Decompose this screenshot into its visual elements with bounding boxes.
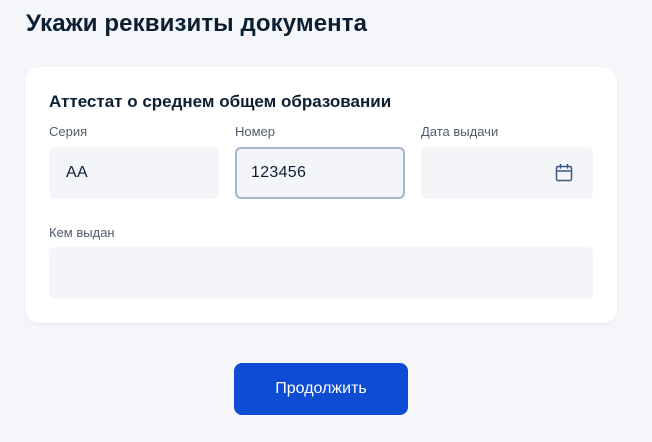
issue-date-field-box [421,147,593,199]
calendar-icon[interactable] [554,163,574,183]
number-label: Номер [235,124,276,139]
issued-by-input[interactable] [50,248,592,298]
number-field-box [235,147,405,199]
number-input[interactable] [237,149,403,197]
document-form-card: Аттестат о среднем общем образовании Сер… [25,67,617,323]
series-input[interactable] [50,148,218,198]
issue-date-label: Дата выдачи [421,124,499,139]
series-field-box [49,147,219,199]
issued-by-field-box [49,247,593,299]
series-label: Серия [49,124,88,139]
form-title: Аттестат о среднем общем образовании [49,92,392,111]
issued-by-label: Кем выдан [49,225,115,240]
continue-button[interactable]: Продолжить [234,363,408,415]
page-title: Укажи реквизиты документа [26,10,368,37]
